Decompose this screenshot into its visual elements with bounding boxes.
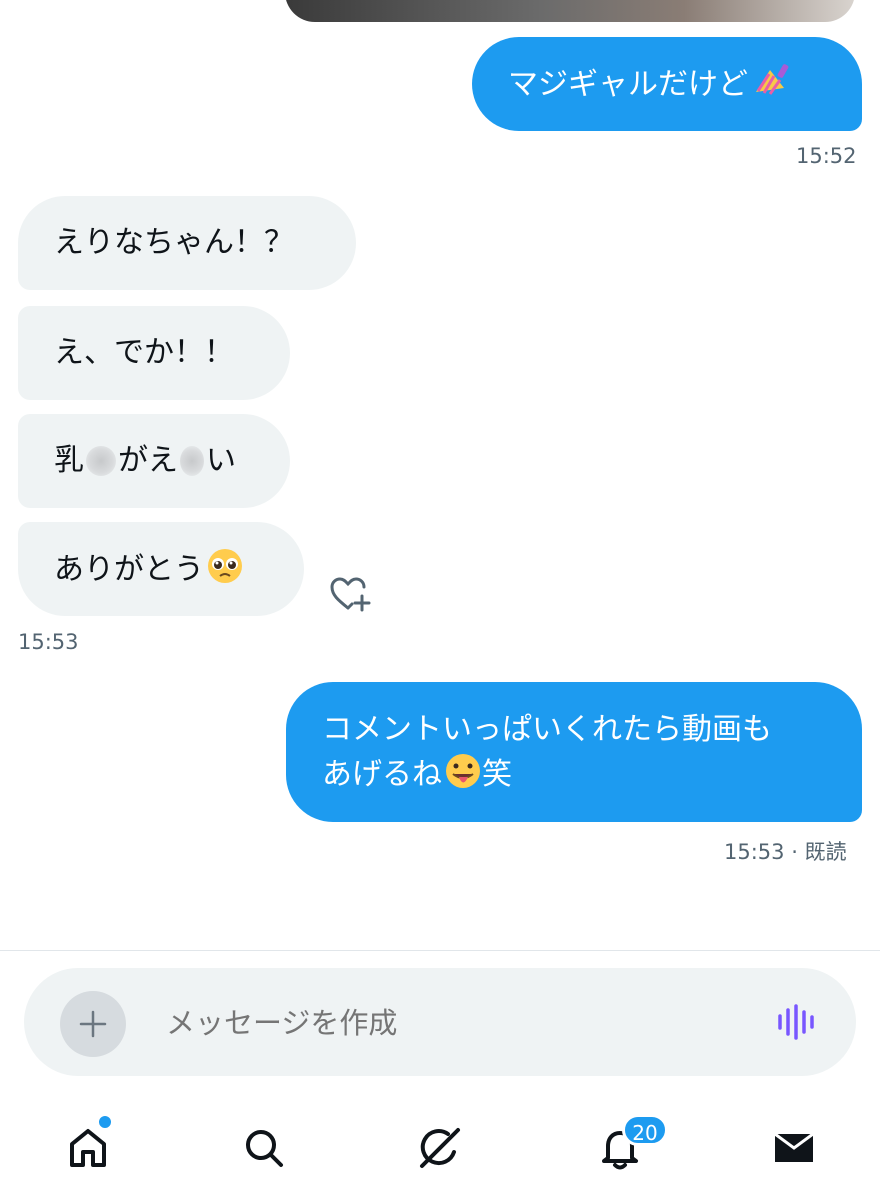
- message-text-part: い: [206, 443, 236, 478]
- home-unread-dot: [97, 1114, 113, 1130]
- plus-icon: [79, 1010, 107, 1038]
- bottom-navigation: [0, 1108, 880, 1200]
- message-text-part: がえ: [118, 443, 178, 478]
- heart-plus-icon: [330, 577, 371, 612]
- message-text-line: あげるね 笑: [322, 752, 862, 803]
- voice-message-button[interactable]: [776, 1002, 820, 1042]
- blurred-text: [180, 446, 204, 476]
- voice-waveform-icon: [778, 1004, 814, 1040]
- message-text: え、でか！！: [54, 335, 234, 370]
- outgoing-message[interactable]: コメントいっぱいくれたら動画も あげるね 笑: [286, 682, 862, 822]
- incoming-message[interactable]: え、でか！！: [18, 306, 290, 400]
- pleading-face-icon: [206, 547, 244, 598]
- incoming-message[interactable]: 乳がえい: [18, 414, 290, 508]
- message-input[interactable]: [166, 1002, 726, 1044]
- nail-polish-icon: [750, 62, 790, 113]
- nav-grok[interactable]: [410, 1118, 470, 1178]
- outgoing-message[interactable]: マジギャルだけど: [472, 37, 862, 131]
- message-timestamp: 15:53: [18, 630, 79, 654]
- message-text: ありがとう: [54, 552, 204, 587]
- message-timestamp: 15:52: [796, 144, 857, 168]
- incoming-message[interactable]: ありがとう: [18, 522, 304, 616]
- tongue-face-icon: [444, 752, 482, 803]
- notification-count-badge: 20: [622, 1114, 668, 1146]
- home-icon: [70, 1129, 106, 1167]
- message-text-line: コメントいっぱいくれたら動画も: [322, 712, 772, 747]
- divider: [0, 950, 880, 951]
- read-receipt: · 既読: [791, 840, 847, 864]
- grok-icon: [420, 1128, 460, 1168]
- message-composer: [24, 968, 856, 1076]
- attached-image-bottom-edge[interactable]: [285, 0, 855, 22]
- add-media-button[interactable]: [60, 991, 126, 1057]
- nav-messages[interactable]: [764, 1118, 824, 1178]
- message-text: えりなちゃん！？: [54, 225, 294, 260]
- messages-icon: [774, 1132, 814, 1162]
- add-reaction-button[interactable]: [328, 574, 372, 614]
- message-timestamp: 15:53 · 既読: [724, 840, 847, 864]
- message-text: マジギャルだけど: [508, 67, 748, 102]
- nav-search[interactable]: [234, 1118, 294, 1178]
- search-icon: [246, 1130, 283, 1167]
- blurred-text: [86, 446, 116, 476]
- message-text-part: 乳: [54, 443, 84, 478]
- incoming-message[interactable]: えりなちゃん！？: [18, 196, 356, 290]
